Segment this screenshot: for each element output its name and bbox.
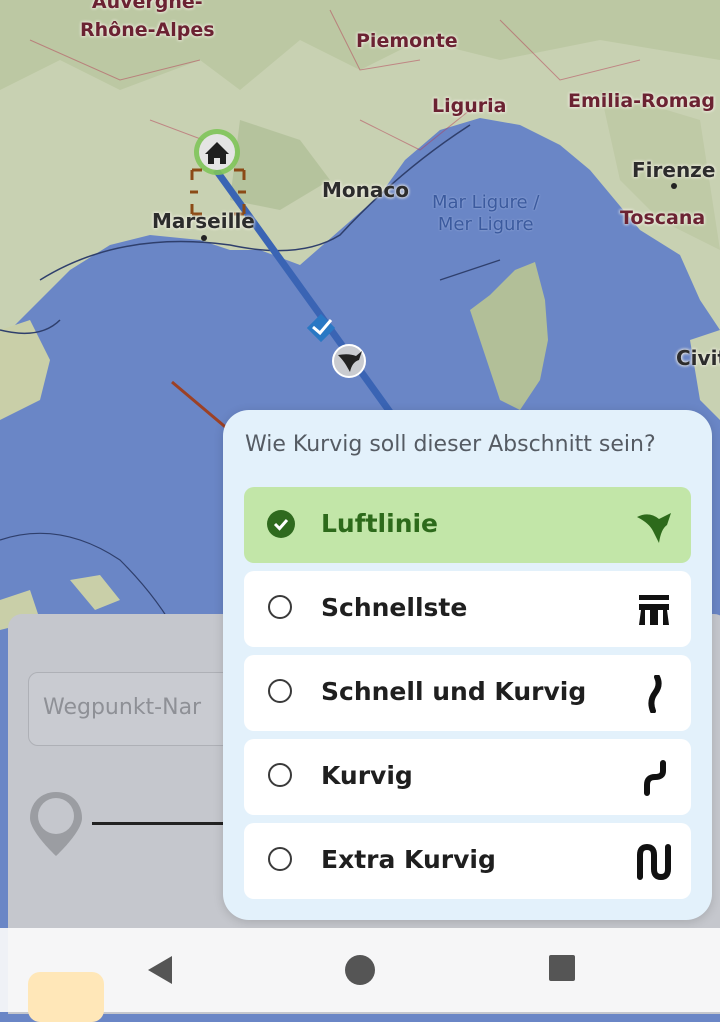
dialog-title: Wie Kurvig soll dieser Abschnitt sein?: [245, 432, 656, 457]
map-label-piemonte: Piemonte: [356, 30, 458, 52]
map-label-firenze: Firenze: [632, 158, 716, 182]
curve-icon: [644, 760, 666, 796]
curve-mild-icon: [648, 675, 662, 713]
option-luftlinie[interactable]: Luftlinie: [244, 487, 691, 563]
option-schnell-und-kurvig[interactable]: Schnell und Kurvig: [244, 655, 691, 731]
home-icon[interactable]: [344, 954, 376, 986]
option-label: Extra Kurvig: [321, 845, 496, 874]
map-label-toscana: Toscana: [620, 207, 706, 229]
map-label-mar-ligure: Mar Ligure / Mer Ligure: [432, 192, 540, 235]
map-label-liguria: Liguria: [432, 95, 507, 117]
system-nav-bar: [0, 928, 720, 1022]
map-label-civit: Civit: [676, 346, 720, 370]
bottom-tab-home-highlight: [28, 972, 104, 1022]
map-label-emilia: Emilia-Romag: [568, 90, 715, 112]
map-label-auvergne: Auvergne- Rhône-Alpes: [80, 0, 215, 41]
option-label: Luftlinie: [321, 509, 439, 538]
bird-icon: [637, 513, 671, 543]
waypoint-name-placeholder: Wegpunkt-Nar: [43, 695, 202, 720]
highway-icon: [639, 595, 669, 625]
map-label-marseille: Marseille: [152, 209, 255, 233]
map-label-monaco: Monaco: [322, 178, 409, 202]
option-extra-kurvig[interactable]: Extra Kurvig: [244, 823, 691, 899]
option-label: Kurvig: [321, 761, 413, 790]
radio-checked-icon[interactable]: [267, 510, 295, 538]
option-kurvig[interactable]: Kurvig: [244, 739, 691, 815]
recents-icon[interactable]: [548, 954, 576, 982]
option-label: Schnell und Kurvig: [321, 677, 587, 706]
curve-extra-icon: [637, 843, 671, 881]
divider-line: [92, 822, 232, 825]
radio-icon[interactable]: [268, 847, 292, 871]
radio-icon[interactable]: [268, 595, 292, 619]
radio-icon[interactable]: [268, 679, 292, 703]
option-schnellste[interactable]: Schnellste: [244, 571, 691, 647]
option-label: Schnellste: [321, 593, 468, 622]
back-icon[interactable]: [144, 954, 176, 986]
radio-icon[interactable]: [268, 763, 292, 787]
curviness-dialog: Wie Kurvig soll dieser Abschnitt sein? L…: [223, 410, 712, 920]
map-pin-icon[interactable]: [28, 790, 84, 864]
home-marker[interactable]: [190, 128, 246, 218]
route-bird-marker[interactable]: [332, 344, 366, 378]
